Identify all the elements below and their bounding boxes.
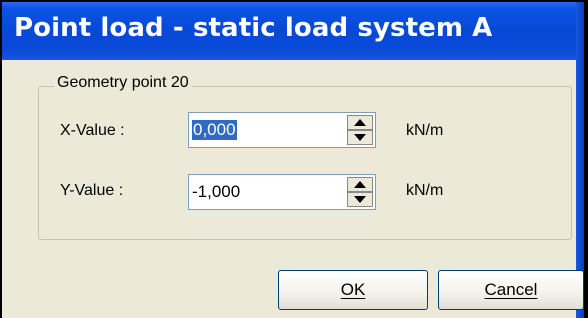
spin-up-icon [354,119,366,126]
x-spin-buttons [347,115,373,145]
x-unit-label: kN/m [406,122,444,139]
spin-up-icon [354,181,366,188]
x-spin-down-button[interactable] [347,130,373,145]
y-unit-label: kN/m [406,182,444,199]
cancel-button[interactable]: Cancel [438,270,584,310]
y-spin-buttons [347,177,373,207]
point-load-dialog: Point load - static load system A Geomet… [2,2,584,318]
geometry-groupbox [38,86,572,240]
title-bar[interactable]: Point load - static load system A [2,2,584,60]
ok-button[interactable]: OK [278,270,428,310]
x-value-input[interactable]: 0,000 [192,120,237,140]
groupbox-legend: Geometry point 20 [54,74,192,92]
y-spin-up-button[interactable] [347,177,373,192]
y-spin-down-button[interactable] [347,192,373,207]
spin-down-icon [354,196,366,203]
y-value-label: Y-Value : [60,182,124,199]
dialog-title: Point load - static load system A [14,13,493,43]
y-value-input[interactable]: -1,000 [192,182,240,202]
x-value-label: X-Value : [60,122,125,139]
y-value-spinner[interactable]: -1,000 [188,174,376,210]
x-value-spinner[interactable]: 0,000 [188,112,376,148]
x-spin-up-button[interactable] [347,115,373,130]
spin-down-icon [354,134,366,141]
